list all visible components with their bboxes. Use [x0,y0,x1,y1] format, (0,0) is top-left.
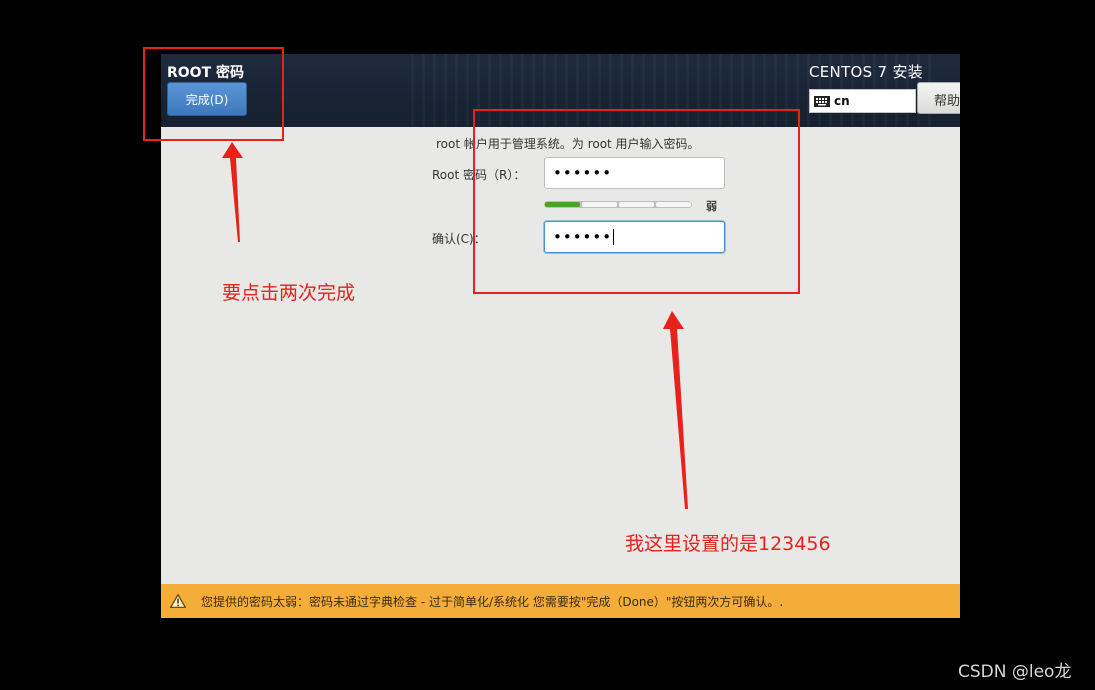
annotation-arrow-password [663,311,688,509]
watermark: CSDN @leo龙 [958,662,1072,682]
annotation-note-password: 我这里设置的是123456 [625,533,831,555]
annotation-arrows [222,142,688,509]
annotation-note-done: 要点击两次完成 [222,282,356,304]
annotation-arrow-done [222,142,243,242]
